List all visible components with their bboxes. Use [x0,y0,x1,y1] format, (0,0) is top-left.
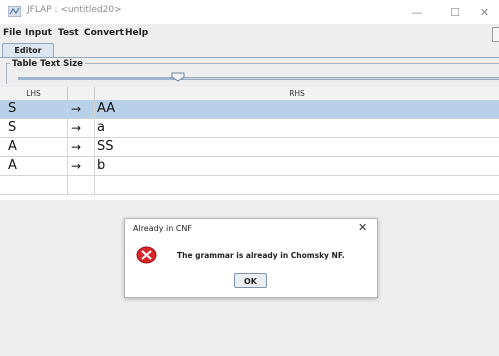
column-header-rhs[interactable]: RHS [95,87,499,100]
grammar-table: LHS RHS S → AA S → a A → SS A → b [0,87,499,200]
lhs-cell[interactable] [0,176,68,195]
menu-convert[interactable]: Convert [84,28,124,38]
jflap-app-icon [8,6,21,17]
tab-editor[interactable]: Editor [2,43,54,58]
tab-divider [0,57,499,58]
menu-help[interactable]: Help [125,28,148,38]
lhs-cell[interactable]: A [0,138,68,157]
arrow-cell: → [68,100,95,119]
lhs-cell[interactable]: A [0,157,68,176]
rhs-cell[interactable]: AA [95,100,499,119]
menu-test[interactable]: Test [58,28,79,38]
arrow-cell: → [68,157,95,176]
menu-bar: File Input Test Convert Help [0,26,499,42]
ok-button[interactable]: OK [234,273,267,288]
arrow-cell: → [68,119,95,138]
rhs-cell[interactable] [95,176,499,195]
menu-file[interactable]: File [3,28,21,38]
production-row[interactable]: S → AA [0,100,499,119]
toolbar-edge [492,27,499,42]
rhs-cell[interactable]: SS [95,138,499,157]
maximize-button[interactable]: ☐ [438,0,472,24]
error-icon [136,246,157,264]
arrow-cell [68,176,95,195]
production-row[interactable]: A → SS [0,138,499,157]
close-window-button[interactable]: ✕ [470,0,499,24]
rhs-cell[interactable]: b [95,157,499,176]
lhs-cell[interactable]: S [0,119,68,138]
lhs-cell[interactable]: S [0,100,68,119]
table-header: LHS RHS [0,87,499,101]
tab-strip: Editor [0,42,499,58]
dialog-message: The grammar is already in Chomsky NF. [177,251,345,260]
production-row[interactable]: A → b [0,157,499,176]
rhs-cell[interactable]: a [95,119,499,138]
dialog-close-button[interactable]: ✕ [358,221,367,234]
menu-input[interactable]: Input [25,28,52,38]
arrow-cell: → [68,138,95,157]
text-size-slider-fill [18,77,178,80]
window-title: JFLAP : <untitled20> [27,5,122,15]
minimize-button[interactable]: — [400,0,434,24]
empty-production-row[interactable] [0,176,499,195]
text-size-slider-thumb[interactable] [171,72,185,82]
column-header-arrow[interactable] [68,87,95,100]
column-header-lhs[interactable]: LHS [0,87,68,100]
production-row[interactable]: S → a [0,119,499,138]
title-bar: JFLAP : <untitled20> — ☐ ✕ [0,0,499,24]
dialog-title: Already in CNF [133,224,192,233]
table-text-size-label: Table Text Size [10,59,85,69]
already-in-cnf-dialog: Already in CNF ✕ The grammar is already … [124,218,378,298]
